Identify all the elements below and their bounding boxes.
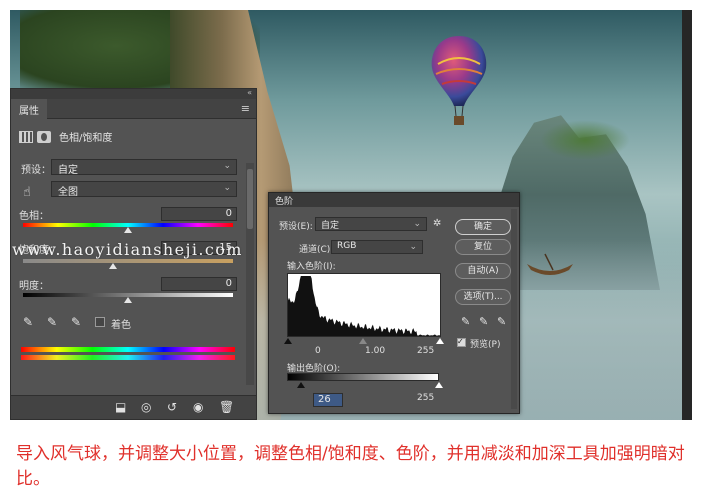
output-gradient xyxy=(287,373,439,381)
chevron-down-icon: ⌄ xyxy=(413,219,421,229)
chevron-down-icon: ⌄ xyxy=(409,242,417,252)
adjustment-title: 色相/饱和度 xyxy=(59,133,113,144)
channel-select-value: 全图 xyxy=(58,187,78,198)
dropper-minus-icon[interactable]: ✎ xyxy=(71,315,81,329)
boat-image xyxy=(527,253,573,275)
lightness-input[interactable]: 0 xyxy=(161,277,237,291)
reset-button[interactable]: 复位 xyxy=(455,239,511,255)
levels-dialog: 色阶 预设(E): 自定 ⌄ ✲ 通道(C): RGB ⌄ 输入色阶(I): 0… xyxy=(268,192,520,414)
levels-channel-value: RGB xyxy=(337,241,357,251)
preview-label: 预览(P) xyxy=(470,340,501,350)
lightness-slider-thumb[interactable] xyxy=(124,297,132,303)
output-black-slider[interactable] xyxy=(297,382,305,388)
hue-spectrum-bottom xyxy=(21,355,235,360)
tab-properties[interactable]: 属性 xyxy=(11,99,47,119)
reset-icon[interactable]: ↺ xyxy=(167,400,177,414)
levels-preset-select[interactable]: 自定 ⌄ xyxy=(315,217,427,231)
output-black-input[interactable]: 26 xyxy=(313,393,343,407)
levels-preset-value: 自定 xyxy=(321,221,340,231)
histogram xyxy=(287,273,441,337)
watermark: www.haoyidiansheji.com xyxy=(12,240,243,259)
view-previous-icon[interactable]: ◎ xyxy=(141,400,151,414)
auto-button[interactable]: 自动(A) xyxy=(455,263,511,279)
input-white-slider[interactable] xyxy=(436,338,444,344)
input-gamma-value[interactable]: 1.00 xyxy=(365,346,385,356)
chevron-down-icon: ⌄ xyxy=(223,161,231,171)
channel-label: 通道(C): xyxy=(299,245,334,255)
preset-select-value: 自定 xyxy=(58,165,78,176)
check-icon: ✓ xyxy=(457,337,464,346)
panel-drag-bar[interactable]: « xyxy=(11,88,256,99)
gray-point-dropper-icon[interactable]: ✎ xyxy=(479,315,488,328)
levels-channel-select[interactable]: RGB ⌄ xyxy=(331,240,423,254)
hue-spectrum-top xyxy=(21,347,235,352)
preset-label: 预设： xyxy=(21,165,51,176)
hue-label: 色相： xyxy=(19,211,49,222)
output-white-slider[interactable] xyxy=(435,382,443,388)
trash-icon[interactable]: 🗑 xyxy=(219,400,234,414)
dropper-icon[interactable]: ✎ xyxy=(23,315,33,329)
collapse-icon[interactable]: « xyxy=(247,88,252,97)
caption-text: 导入风气球，并调整大小位置，调整色相/饱和度、色阶，并用减淡和加深工具加强明暗对… xyxy=(16,444,685,489)
saturation-slider-track[interactable] xyxy=(23,259,233,263)
hot-air-balloon xyxy=(431,36,487,125)
panel-menu-icon[interactable]: ≡ xyxy=(241,102,250,115)
panel-tab-row: 属性 ≡ xyxy=(11,99,256,119)
options-button[interactable]: 选项(T)... xyxy=(455,289,511,305)
levels-preset-label: 预设(E): xyxy=(279,222,313,232)
preset-select[interactable]: 自定 ⌄ xyxy=(51,159,237,176)
dialog-scrollbar[interactable] xyxy=(511,209,517,409)
hue-slider-thumb[interactable] xyxy=(124,227,132,233)
input-black-slider[interactable] xyxy=(284,338,292,344)
output-white-value[interactable]: 255 xyxy=(417,393,434,403)
photo-edge xyxy=(682,10,692,420)
black-point-dropper-icon[interactable]: ✎ xyxy=(461,315,470,328)
panel-scrollbar[interactable] xyxy=(246,163,254,385)
ok-button[interactable]: 确定 xyxy=(455,219,511,235)
input-black-value[interactable]: 0 xyxy=(315,346,321,356)
channel-select[interactable]: 全图 ⌄ xyxy=(51,181,237,198)
input-levels-label: 输入色阶(I): xyxy=(287,262,336,272)
eye-icon[interactable]: ◉ xyxy=(193,400,203,414)
colorize-checkbox[interactable] xyxy=(95,317,105,327)
preset-options-icon[interactable]: ✲ xyxy=(433,218,441,229)
input-white-value[interactable]: 255 xyxy=(417,346,434,356)
layer-mask-icon[interactable] xyxy=(37,130,51,143)
white-point-dropper-icon[interactable]: ✎ xyxy=(497,315,506,328)
input-gamma-slider[interactable] xyxy=(359,338,367,344)
scrollbar-thumb[interactable] xyxy=(247,169,253,229)
colorize-label: 着色 xyxy=(111,320,131,331)
saturation-slider-thumb[interactable] xyxy=(109,263,118,269)
hand-target-icon[interactable]: ☝ xyxy=(23,185,31,200)
chevron-down-icon: ⌄ xyxy=(223,183,231,193)
panel-footer: ⬓ ◎ ↺ ◉ 🗑 xyxy=(11,395,256,419)
adjustment-layer-icon[interactable] xyxy=(19,130,33,143)
dropper-plus-icon[interactable]: ✎ xyxy=(47,315,57,329)
clip-icon[interactable]: ⬓ xyxy=(115,400,126,414)
rock-vegetation xyxy=(540,120,630,160)
hue-input[interactable]: 0 xyxy=(161,207,237,221)
lightness-label: 明度： xyxy=(19,281,49,292)
adjustment-header: 色相/饱和度 xyxy=(19,129,112,144)
levels-title: 色阶 xyxy=(269,193,519,207)
